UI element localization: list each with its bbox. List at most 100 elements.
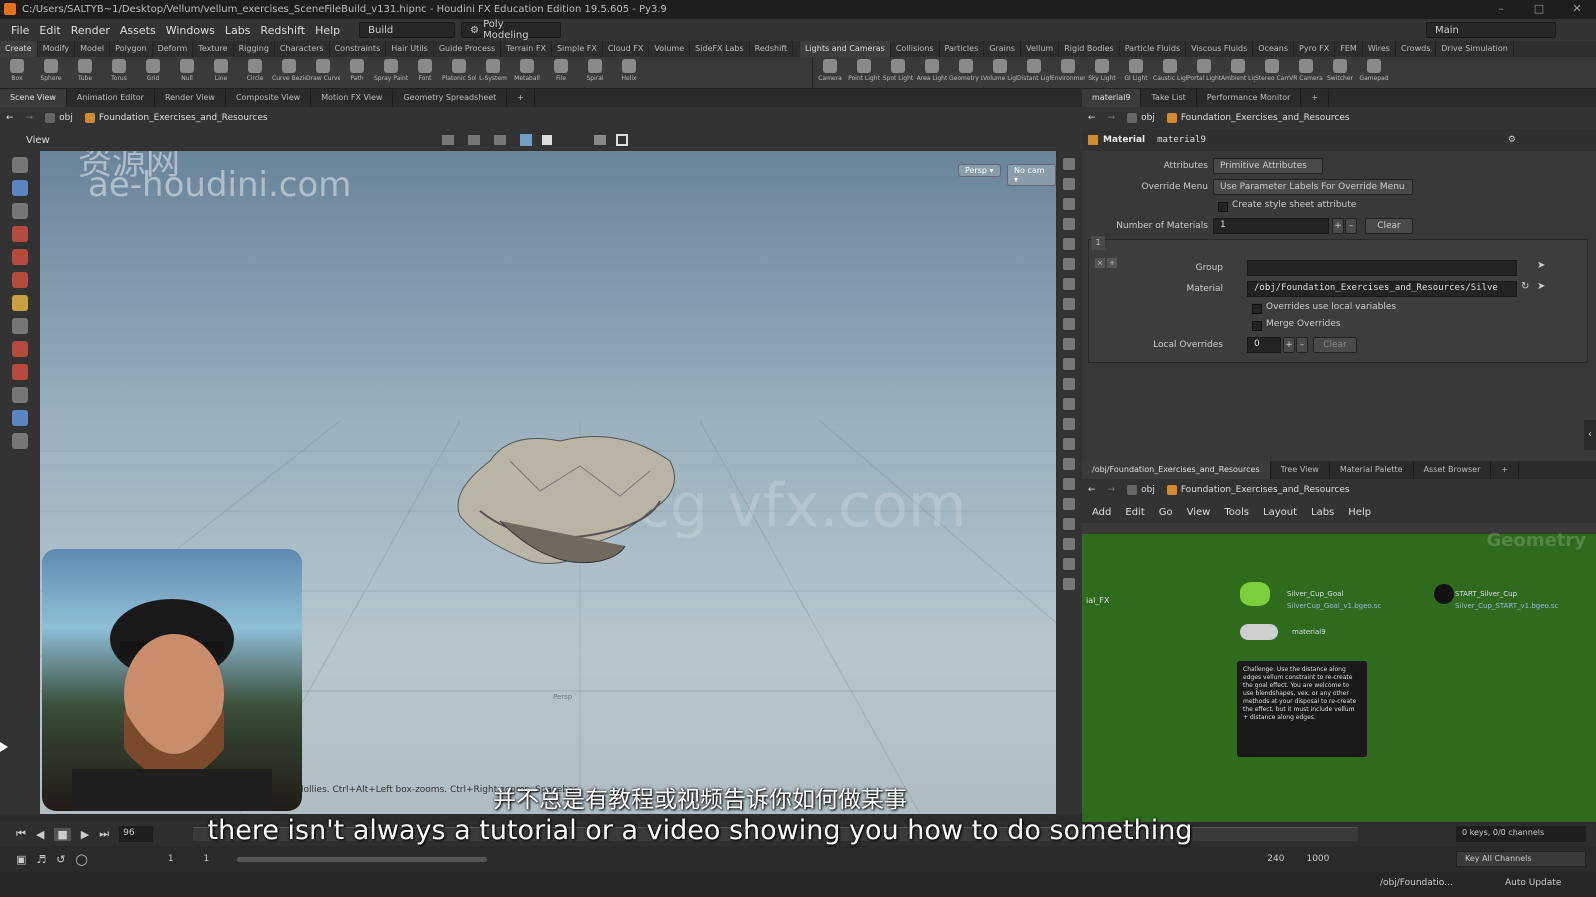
shelf-tab-rigging[interactable]: Rigging: [234, 41, 275, 57]
menu-assets[interactable]: Assets: [115, 24, 161, 37]
tool-spiral[interactable]: Spiral: [578, 57, 612, 88]
rotate-tool-icon[interactable]: [12, 203, 28, 219]
link-icon[interactable]: [1063, 518, 1075, 530]
back-arrow-icon[interactable]: ←: [0, 113, 20, 123]
tool-spray-paint[interactable]: Spray Paint: [374, 57, 408, 88]
menu-redshift[interactable]: Redshift: [255, 24, 310, 37]
tool-distant-light[interactable]: Distant Light: [1017, 57, 1051, 88]
desktop-dropdown[interactable]: ⚙ Poly Modeling: [461, 19, 562, 41]
tool-curve-bezier[interactable]: Curve Bezier: [272, 57, 306, 88]
tab-composite-view[interactable]: Composite View: [226, 89, 312, 107]
merge-overrides-checkbox[interactable]: [1252, 321, 1262, 331]
audio-icon[interactable]: ♬: [36, 853, 46, 866]
shelf-tab-guide-process[interactable]: Guide Process: [434, 41, 502, 57]
menu-labs[interactable]: Labs: [220, 24, 256, 37]
tool-path[interactable]: Path: [340, 57, 374, 88]
cup-mesh[interactable]: [450, 421, 700, 591]
clear-button[interactable]: Clear: [1365, 218, 1413, 234]
net-menu-edit[interactable]: Edit: [1125, 507, 1144, 518]
menu-edit[interactable]: Edit: [34, 24, 65, 37]
shelf-tab-fem[interactable]: FEM: [1335, 41, 1363, 57]
parm-path-node[interactable]: Foundation_Exercises_and_Resources: [1161, 113, 1356, 123]
node-name[interactable]: material9: [1157, 135, 1206, 145]
lock-tool-icon[interactable]: [12, 433, 28, 449]
flipbook-icon[interactable]: [1063, 578, 1075, 590]
view-tool-icon[interactable]: [12, 318, 28, 334]
stats-icon[interactable]: [1063, 458, 1075, 470]
build-dropdown[interactable]: Build: [359, 22, 456, 38]
range-end-field[interactable]: 240: [1267, 854, 1284, 864]
net-menu-help[interactable]: Help: [1348, 507, 1371, 518]
camera-dropdown[interactable]: No cam ▾: [1007, 164, 1056, 186]
open-material-icon[interactable]: ↻: [1521, 281, 1529, 292]
tab-render-view[interactable]: Render View: [155, 89, 226, 107]
shelf-tab-deform[interactable]: Deform: [153, 41, 194, 57]
shelf-tab-oceans[interactable]: Oceans: [1253, 41, 1295, 57]
measure-icon[interactable]: [1063, 538, 1075, 550]
tab-geometry-spreadsheet[interactable]: Geometry Spreadsheet: [393, 89, 508, 107]
menu-windows[interactable]: Windows: [161, 24, 220, 37]
tool-gamepad[interactable]: Gamepad: [1357, 57, 1391, 88]
parm-forward-icon[interactable]: →: [1102, 113, 1122, 123]
tool-platonic-solids[interactable]: Platonic Solids: [442, 57, 476, 88]
display-mode-icon[interactable]: [519, 134, 532, 146]
network-path-obj[interactable]: obj: [1121, 485, 1161, 495]
snapshot-icon[interactable]: [615, 134, 628, 146]
close-button[interactable]: ✕: [1558, 0, 1596, 19]
shelf-tab-model[interactable]: Model: [75, 41, 111, 57]
shelf-tab-pyro-fx[interactable]: Pyro FX: [1294, 41, 1336, 57]
parm-back-icon[interactable]: ←: [1082, 113, 1102, 123]
move-tool-icon[interactable]: [12, 180, 28, 196]
tool-tube[interactable]: Tube: [68, 57, 102, 88]
range-start-field[interactable]: 1: [168, 854, 174, 864]
overrides-local-checkbox[interactable]: [1252, 304, 1262, 314]
tool-helix[interactable]: Helix: [612, 57, 646, 88]
persp-dropdown[interactable]: Persp ▾: [958, 164, 1001, 177]
num-materials-plus[interactable]: +: [1332, 218, 1344, 234]
loop-icon[interactable]: ↺: [56, 853, 65, 866]
tool-camera[interactable]: Camera: [813, 57, 847, 88]
info-icon[interactable]: [1063, 438, 1075, 450]
lock-camera-icon[interactable]: [1063, 198, 1075, 210]
shelf-tab-rigid-bodies[interactable]: Rigid Bodies: [1059, 41, 1120, 57]
tool-environment-light[interactable]: Environment Light: [1051, 57, 1085, 88]
collapse-pane-icon[interactable]: ‹: [1584, 420, 1596, 450]
camera-tool-icon[interactable]: [12, 387, 28, 403]
add-tab-button[interactable]: +: [507, 89, 535, 107]
shelf-tab-simple-fx[interactable]: Simple FX: [552, 41, 603, 57]
path-node[interactable]: Foundation_Exercises_and_Resources: [79, 113, 274, 123]
tool-volume-light[interactable]: Volume Light: [983, 57, 1017, 88]
snap-grid-icon[interactable]: [467, 135, 480, 145]
snap-icon[interactable]: [441, 135, 454, 145]
net-menu-layout[interactable]: Layout: [1263, 507, 1297, 518]
lasso-tool-icon[interactable]: [12, 341, 28, 357]
maximize-button[interactable]: □: [1520, 0, 1558, 19]
shelf-tab-viscous-fluids[interactable]: Viscous Fluids: [1186, 41, 1254, 57]
tool-switcher[interactable]: Switcher: [1323, 57, 1357, 88]
magnet-tool-icon[interactable]: [12, 364, 28, 380]
tool-sky-light[interactable]: Sky Light: [1085, 57, 1119, 88]
attributes-dropdown[interactable]: Primitive Attributes: [1213, 158, 1323, 174]
tool-box[interactable]: Box: [0, 57, 34, 88]
uv-icon[interactable]: [1063, 318, 1075, 330]
render-tool-icon[interactable]: [12, 410, 28, 426]
shelf-tab-hair-utils[interactable]: Hair Utils: [386, 41, 434, 57]
net-menu-add[interactable]: Add: [1092, 507, 1111, 518]
silver-cup-goal-node[interactable]: [1240, 582, 1270, 606]
network-back-icon[interactable]: ←: [1082, 485, 1102, 495]
range-slider[interactable]: [237, 856, 488, 862]
tool-gi-light[interactable]: GI Light: [1119, 57, 1153, 88]
net-menu-tools[interactable]: Tools: [1224, 507, 1249, 518]
shelf-tab-sidefx-labs[interactable]: SideFX Labs: [690, 41, 750, 57]
camera-icon[interactable]: [593, 135, 606, 145]
status-path[interactable]: /obj/Foundatio...: [1380, 878, 1453, 888]
tool-portal-light[interactable]: Portal Light: [1187, 57, 1221, 88]
tool-vr-camera[interactable]: VR Camera: [1289, 57, 1323, 88]
clear-overrides-button[interactable]: Clear: [1313, 337, 1357, 353]
net-menu-go[interactable]: Go: [1159, 507, 1173, 518]
template-icon[interactable]: [1063, 378, 1075, 390]
help-icon[interactable]: [1063, 558, 1075, 570]
menu-file[interactable]: File: [6, 24, 34, 37]
shelf-tab-terrain-fx[interactable]: Terrain FX: [501, 41, 552, 57]
shelf-tab-particles[interactable]: Particles: [940, 41, 985, 57]
